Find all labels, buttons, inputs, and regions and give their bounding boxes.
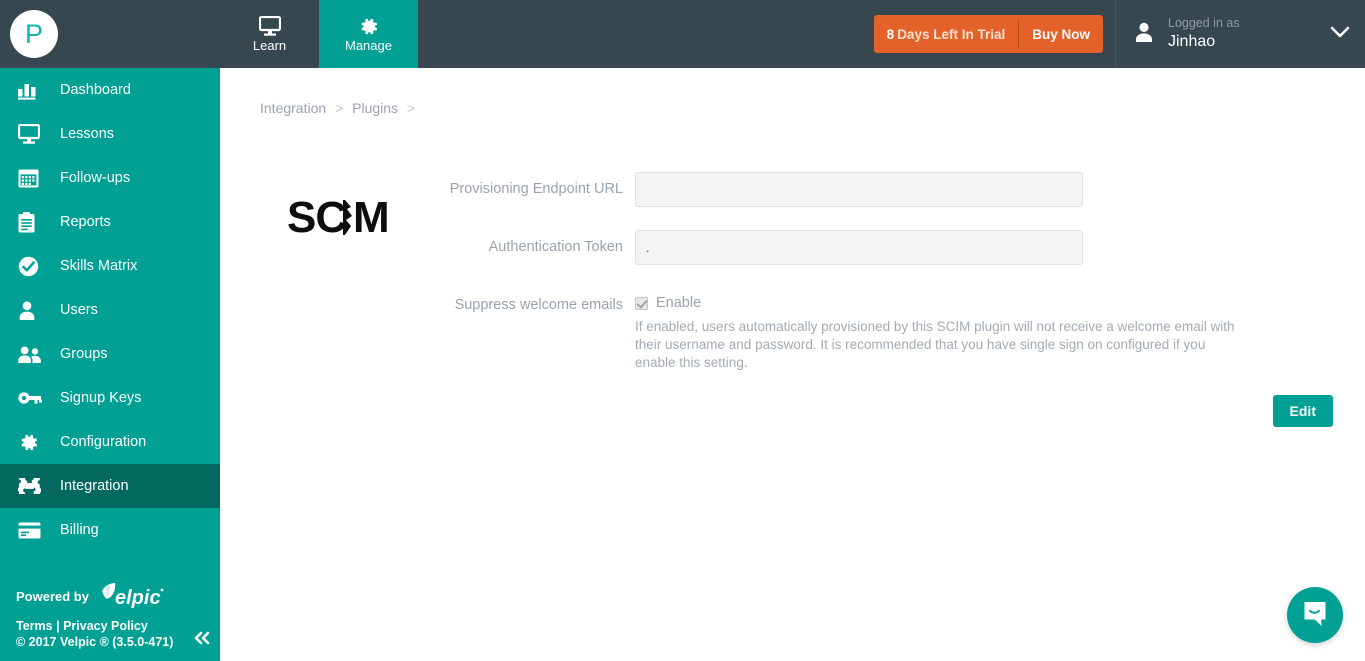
- enable-checkbox-row[interactable]: Enable: [635, 288, 1243, 311]
- privacy-policy-link[interactable]: Privacy Policy: [63, 619, 148, 633]
- double-chevron-left-icon[interactable]: [192, 630, 212, 649]
- checkbox-icon[interactable]: [635, 296, 648, 310]
- powered-by-block: Powered by elpic: [16, 582, 220, 610]
- sidebar-item-dashboard[interactable]: Dashboard: [0, 68, 220, 112]
- user-name: Jinhao: [1168, 32, 1216, 50]
- sidebar-item-label: Signup Keys: [60, 390, 142, 406]
- sidebar-item-label: Billing: [60, 522, 99, 538]
- tab-learn[interactable]: Learn: [220, 0, 319, 68]
- svg-text:SC: SC: [287, 194, 346, 242]
- logo-letter: P: [10, 10, 58, 58]
- terms-link[interactable]: Terms: [16, 619, 53, 633]
- sidebar-item-configuration[interactable]: Configuration: [0, 420, 220, 464]
- chevron-down-icon[interactable]: [1329, 25, 1351, 44]
- trial-days-count: 8: [886, 26, 895, 42]
- header-spacer: [418, 0, 874, 68]
- svg-text:elpic: elpic: [115, 587, 161, 609]
- powered-by-label: Powered by: [16, 588, 89, 604]
- links-separator: |: [56, 619, 60, 633]
- authentication-token-field: [635, 230, 1083, 265]
- main-content: Integration > Plugins > SC M Provisionin…: [220, 68, 1365, 661]
- edit-button[interactable]: Edit: [1272, 395, 1333, 427]
- sidebar-item-label: Users: [60, 302, 98, 318]
- breadcrumb-item-integration[interactable]: Integration: [260, 100, 326, 116]
- trial-days-text: 8 Days Left In Trial: [874, 15, 1019, 53]
- plugin-form: Provisioning Endpoint URL Authentication…: [220, 134, 1365, 427]
- sidebar-item-follow-ups[interactable]: Follow-ups: [0, 156, 220, 200]
- svg-text:M: M: [353, 194, 389, 242]
- sidebar-item-signup-keys[interactable]: Signup Keys: [0, 376, 220, 420]
- authentication-token-input[interactable]: [635, 230, 1083, 265]
- breadcrumb: Integration > Plugins >: [220, 68, 1365, 116]
- sidebar-nav: Dashboard Lessons Follow-ups Reports Ski…: [0, 68, 220, 661]
- breadcrumb-item-plugins[interactable]: Plugins: [352, 100, 398, 116]
- breadcrumb-separator: >: [335, 100, 344, 116]
- key-icon: [18, 387, 46, 409]
- suppress-welcome-emails-help-text: If enabled, users automatically provisio…: [635, 319, 1235, 370]
- primary-nav-tabs: Learn Manage: [220, 0, 418, 68]
- sidebar-item-billing[interactable]: Billing: [0, 508, 220, 552]
- suppress-welcome-emails-label: Suppress welcome emails: [454, 297, 623, 313]
- puzzle-icon: [18, 475, 46, 497]
- gear-icon: [18, 431, 46, 453]
- provisioning-endpoint-url-field: [635, 172, 1083, 207]
- sidebar-footer: Powered by elpic Terms | Privacy Policy …: [0, 582, 220, 661]
- authentication-token-label: Authentication Token: [488, 239, 623, 255]
- sidebar-item-label: Skills Matrix: [60, 258, 138, 274]
- bar-chart-icon: [18, 79, 46, 101]
- enable-checkbox-label: Enable: [656, 295, 702, 311]
- person-icon: [18, 299, 46, 321]
- velpic-logo: elpic: [98, 582, 166, 610]
- sidebar-item-label: Integration: [60, 478, 129, 494]
- calendar-icon: [18, 167, 46, 189]
- sidebar-item-groups[interactable]: Groups: [0, 332, 220, 376]
- sidebar-item-label: Groups: [60, 346, 108, 362]
- breadcrumb-separator: >: [406, 100, 416, 116]
- sidebar-item-reports[interactable]: Reports: [0, 200, 220, 244]
- clipboard-icon: [18, 211, 46, 233]
- sidebar-item-lessons[interactable]: Lessons: [0, 112, 220, 156]
- tab-learn-label: Learn: [252, 38, 287, 53]
- trial-badge[interactable]: 8 Days Left In Trial Buy Now: [873, 15, 1103, 53]
- chat-bubble-smile-icon: [1301, 599, 1329, 632]
- people-icon: [18, 343, 46, 365]
- legal-links: Terms | Privacy Policy: [16, 619, 220, 633]
- tab-manage-label: Manage: [345, 38, 392, 53]
- user-menu[interactable]: Logged in as Jinhao: [1115, 0, 1365, 68]
- user-meta: Logged in as Jinhao: [1168, 16, 1329, 52]
- copyright-text: © 2017 Velpic ® (3.5.0-471): [16, 635, 174, 649]
- form-actions: Edit: [220, 395, 1365, 427]
- sidebar-item-integration[interactable]: Integration: [0, 464, 220, 508]
- sidebar-item-label: Follow-ups: [60, 170, 131, 186]
- gear-icon: [358, 16, 379, 36]
- logged-in-label: Logged in as: [1168, 16, 1240, 31]
- sidebar-item-label: Lessons: [60, 126, 115, 142]
- check-circle-icon: [18, 255, 46, 277]
- sidebar-item-label: Reports: [60, 214, 111, 230]
- person-icon: [1134, 21, 1154, 48]
- provisioning-endpoint-url-label: Provisioning Endpoint URL: [449, 181, 623, 197]
- monitor-icon: [258, 15, 281, 36]
- sidebar-item-label: Dashboard: [60, 82, 131, 98]
- suppress-welcome-emails-field: Enable If enabled, users automatically p…: [635, 288, 1243, 372]
- app-root: P Learn Manage 8 Days Left In Trial Buy …: [0, 0, 1365, 661]
- brand-logo[interactable]: P: [0, 0, 220, 68]
- sidebar-item-skills-matrix[interactable]: Skills Matrix: [0, 244, 220, 288]
- buy-now-button[interactable]: Buy Now: [1019, 15, 1103, 53]
- chat-launcher-button[interactable]: [1287, 587, 1343, 643]
- plugin-settings-panel: SC M Provisioning Endpoint URL Authentic…: [220, 134, 1365, 427]
- credit-card-icon: [18, 519, 46, 541]
- top-header-bar: P Learn Manage 8 Days Left In Trial Buy …: [0, 0, 1365, 68]
- sidebar-item-users[interactable]: Users: [0, 288, 220, 332]
- tab-manage[interactable]: Manage: [319, 0, 418, 68]
- trial-days-label: Days Left In Trial: [897, 26, 1006, 42]
- form-row-suppress-welcome-emails: Suppress welcome emails Enable If enable…: [220, 288, 1365, 372]
- provisioning-endpoint-url-input[interactable]: [635, 172, 1083, 207]
- scim-logo: SC M: [287, 193, 405, 242]
- sidebar-item-label: Configuration: [60, 434, 147, 450]
- monitor-icon: [18, 123, 46, 145]
